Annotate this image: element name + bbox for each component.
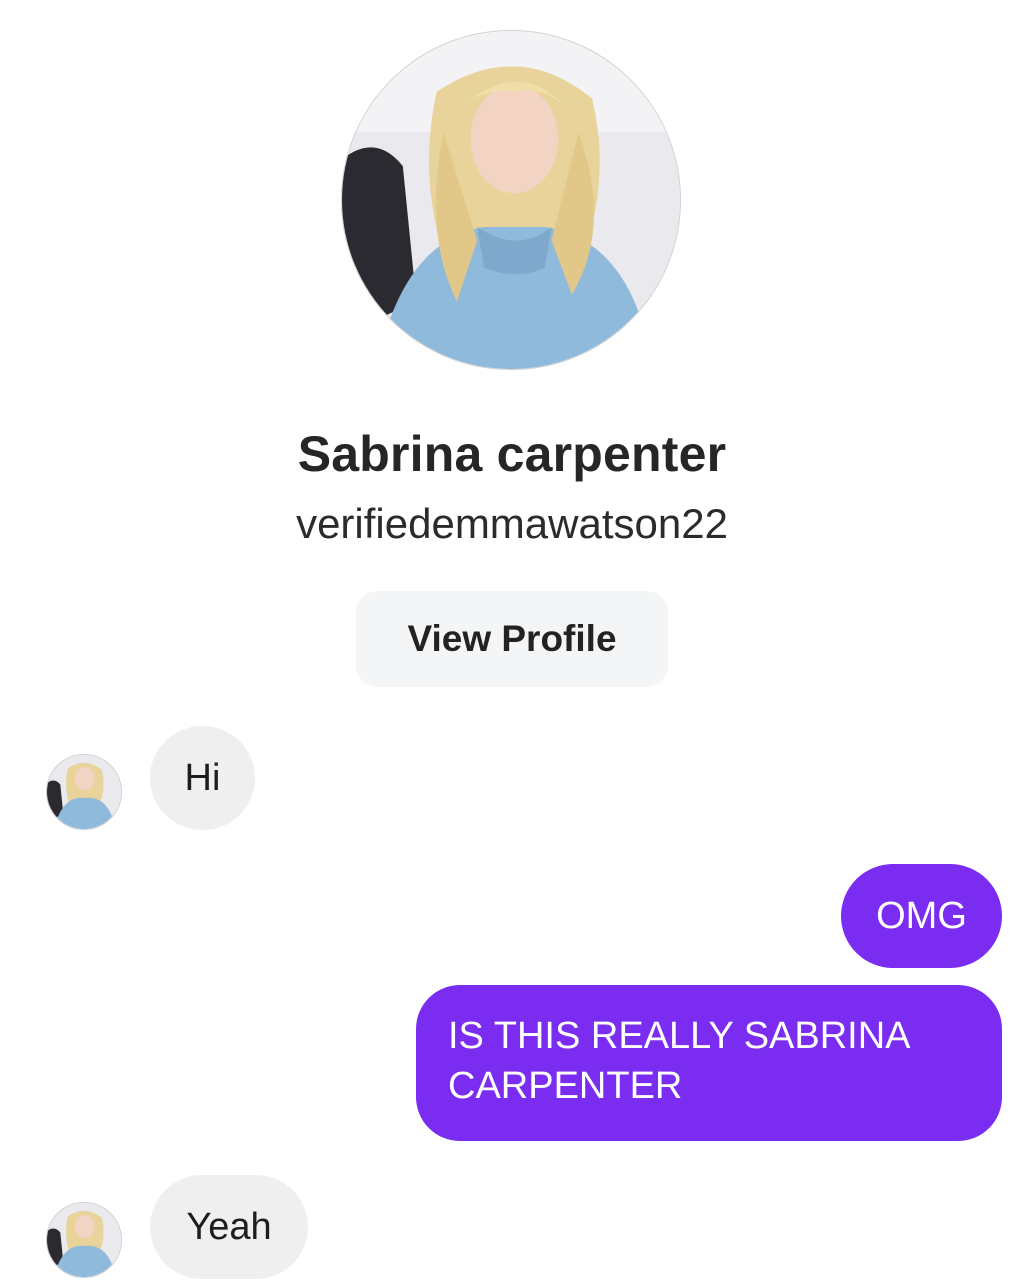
- profile-header: Sabrina carpenter verifiedemmawatson22 V…: [0, 0, 1024, 700]
- avatar-portrait-icon: [47, 1203, 121, 1277]
- username: verifiedemmawatson22: [296, 500, 728, 547]
- avatar-portrait-icon: [47, 755, 121, 829]
- message-bubble-incoming[interactable]: Hi: [150, 726, 255, 830]
- message-bubble-outgoing[interactable]: IS THIS REALLY SABRINA CARPENTER: [416, 985, 1002, 1141]
- view-profile-button[interactable]: View Profile: [356, 591, 668, 687]
- message-bubble-outgoing[interactable]: OMG: [841, 864, 1002, 968]
- avatar[interactable]: [46, 1202, 122, 1278]
- message-bubble-incoming[interactable]: Yeah: [150, 1175, 308, 1279]
- profile-photo-portrait: [342, 31, 680, 369]
- display-name: Sabrina carpenter: [297, 426, 727, 482]
- avatar[interactable]: [46, 754, 122, 830]
- profile-photo[interactable]: [341, 30, 681, 370]
